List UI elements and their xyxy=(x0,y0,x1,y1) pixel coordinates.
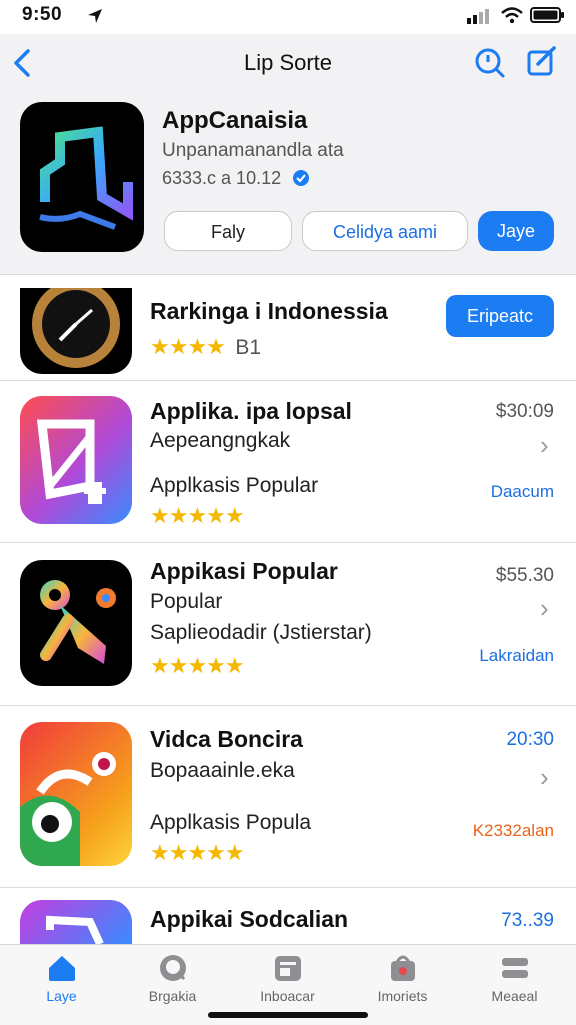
search-icon[interactable] xyxy=(474,47,506,79)
featured-app-title: AppCanaisia xyxy=(162,107,308,134)
status-time: 9:50 xyxy=(22,4,63,25)
featured-app-meta: 6333.c a 10.12 xyxy=(162,168,310,189)
star-rating-icon: ★★★★★ xyxy=(150,840,245,865)
design-app-icon xyxy=(36,419,106,504)
app-logo-icon xyxy=(39,126,133,230)
celidya-button[interactable]: Celidya aami xyxy=(302,211,468,251)
chevron-right-icon[interactable]: › xyxy=(540,593,549,624)
faly-button[interactable]: Faly xyxy=(164,211,292,251)
ranking-rating-text: B1 xyxy=(235,336,262,359)
featured-app-subtitle: Unpanamanandla ata xyxy=(162,140,344,161)
app-tag-1: Daacum xyxy=(490,482,554,501)
ranking-app-icon[interactable] xyxy=(20,288,132,374)
chevron-right-icon[interactable]: › xyxy=(540,430,549,461)
clock-icon xyxy=(32,288,120,368)
ranking-rating: ★★★★ B1 xyxy=(150,334,261,360)
jaye-button[interactable]: Jaye xyxy=(478,211,554,251)
app-price-1: $30:09 xyxy=(495,401,554,422)
app-icon-1[interactable] xyxy=(20,396,132,524)
social-app-icon xyxy=(46,915,104,944)
tab-search[interactable]: Brgakia xyxy=(115,954,230,1004)
star-rating-icon: ★★★★ xyxy=(150,334,226,359)
app-title-2: Appikasi Popular xyxy=(150,558,338,584)
app-subtitle-3: Bopaaainle.eka xyxy=(150,759,295,782)
featured-app-meta-text: 6333.c a 10.12 xyxy=(162,168,282,188)
scissors-icon xyxy=(40,580,116,664)
app-title-3: Vidca Boncira xyxy=(150,726,303,752)
app-icon-2[interactable] xyxy=(20,560,132,686)
home-icon xyxy=(48,956,75,981)
ranking-title: Rarkinga i Indonessia xyxy=(150,298,388,324)
app-title-1: Applika. ipa lopsal xyxy=(150,398,352,424)
tab-arcade[interactable]: Imoriets xyxy=(345,954,460,1004)
apps-icon xyxy=(274,956,301,981)
app-desc-2: Saplieodadir (Jstierstar) xyxy=(150,621,372,644)
app-price-3: 20:30 xyxy=(506,729,554,750)
location-arrow-icon xyxy=(88,9,102,23)
home-indicator[interactable] xyxy=(208,1012,368,1018)
tab-label: Imoriets xyxy=(377,988,428,1004)
grid-icon xyxy=(501,958,528,978)
bag-icon xyxy=(390,955,415,981)
tab-apps[interactable]: Inboacar xyxy=(230,954,345,1004)
app-tag-3: K2332alan xyxy=(472,821,554,840)
app-icon-4[interactable] xyxy=(20,900,132,944)
verified-badge-icon xyxy=(293,170,310,186)
tab-label: Meaeal xyxy=(491,988,538,1004)
app-title-4: Appikai Sodcalian xyxy=(150,906,349,932)
star-rating-icon: ★★★★★ xyxy=(150,503,245,528)
tab-label: Inboacar xyxy=(260,988,315,1004)
chevron-right-icon[interactable]: › xyxy=(540,762,549,793)
video-app-icon xyxy=(20,752,116,866)
app-subtitle-1: Aepeangngkak xyxy=(150,429,291,452)
app-icon-3[interactable] xyxy=(20,722,132,866)
status-bar: 9:50 xyxy=(0,0,576,34)
featured-app-icon[interactable] xyxy=(20,102,144,252)
star-rating-icon: ★★★★★ xyxy=(150,653,245,678)
app-price-2: $55.30 xyxy=(495,565,554,586)
app-desc-3: Applkasis Popula xyxy=(150,811,312,834)
tab-more[interactable]: Meaeal xyxy=(457,954,572,1004)
tab-today[interactable]: Laye xyxy=(4,954,119,1004)
tab-label: Brgakia xyxy=(148,988,197,1004)
signal-icon xyxy=(467,9,489,24)
ranking-get-button[interactable]: Eripeatc xyxy=(446,295,554,337)
tab-label: Laye xyxy=(46,988,77,1004)
search-icon xyxy=(159,955,186,981)
compose-icon[interactable] xyxy=(526,46,558,78)
app-price-4: 73..39 xyxy=(501,910,554,931)
app-tag-2: Lakraidan xyxy=(479,646,554,665)
app-desc-1: Applkasis Popular xyxy=(150,474,319,497)
battery-icon xyxy=(530,7,564,23)
wifi-icon xyxy=(501,7,523,24)
divider xyxy=(0,274,576,275)
app-subtitle-2: Popular xyxy=(150,590,223,613)
